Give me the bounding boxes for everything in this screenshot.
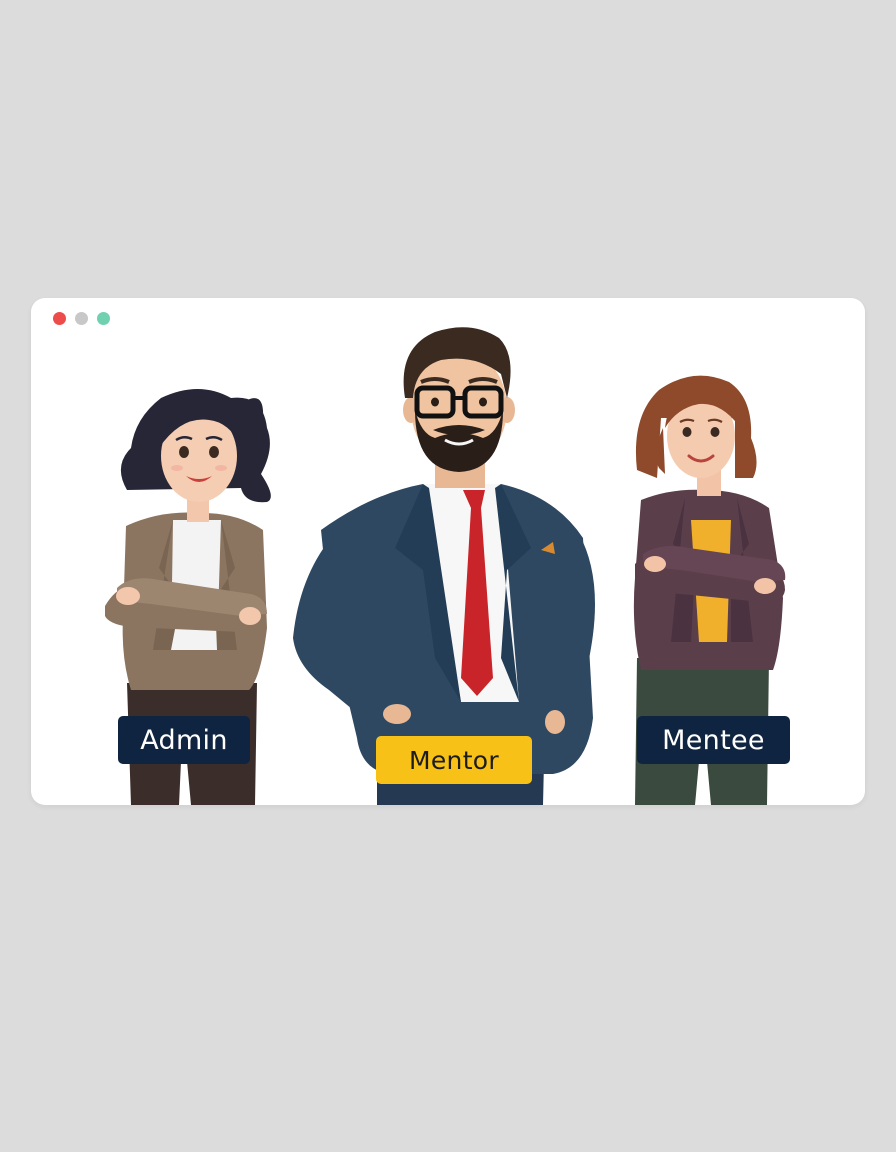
role-selection-window: Admin Mentor Mentee [31, 298, 865, 805]
mentor-character[interactable] [293, 327, 595, 805]
admin-role-button[interactable]: Admin [118, 716, 250, 764]
mentee-role-button[interactable]: Mentee [637, 716, 790, 764]
mentor-role-button[interactable]: Mentor [376, 736, 532, 784]
